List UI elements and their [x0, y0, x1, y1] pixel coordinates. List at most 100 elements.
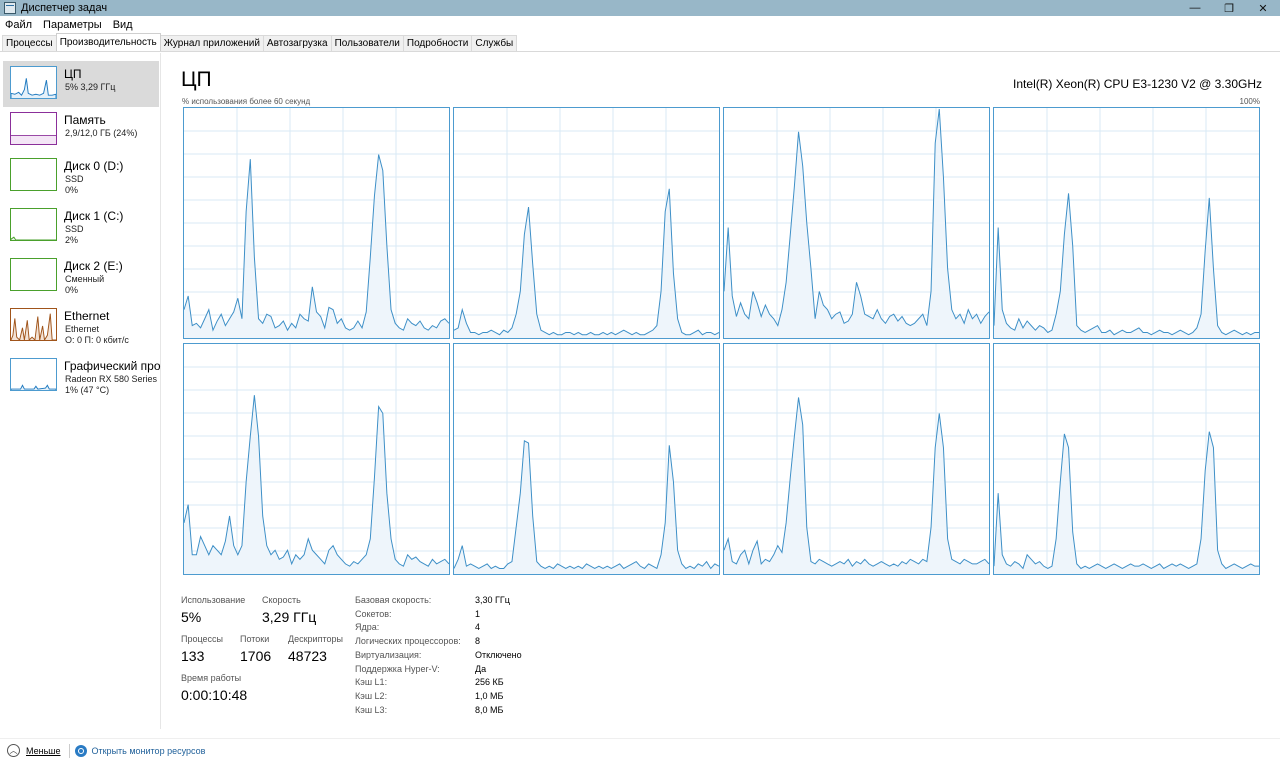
sidebar-item-detail: 1% (47 °C) [65, 385, 110, 395]
cpu-core-graph [723, 343, 990, 575]
graph-max-label: 100% [1239, 97, 1260, 106]
menu-options[interactable]: Параметры [38, 19, 108, 31]
sidebar-item-label: Диск 1 (C:) [64, 209, 124, 223]
uptime-label: Время работы [181, 673, 242, 683]
info-label: Кэш L3: [355, 705, 388, 715]
minimize-button[interactable]: — [1178, 0, 1212, 16]
sidebar-item-disk2[interactable]: Диск 2 (E:) Сменный 0% [3, 253, 159, 299]
sidebar-item-detail: 5% 3,29 ГГц [65, 82, 116, 92]
tab-performance[interactable]: Производительность [55, 33, 161, 51]
sidebar-item-cpu[interactable]: ЦП 5% 3,29 ГГц [3, 61, 159, 107]
sidebar-item-memory[interactable]: Память 2,9/12,0 ГБ (24%) [3, 107, 159, 153]
info-value: 4 [475, 622, 481, 632]
usage-area [994, 431, 1259, 574]
info-value: 8,0 МБ [475, 705, 504, 715]
open-resource-monitor-link[interactable]: Открыть монитор ресурсов [92, 746, 206, 756]
sidebar-item-detail: 2,9/12,0 ГБ (24%) [65, 128, 138, 138]
cpu-core-chart [724, 344, 989, 574]
sidebar-item-disk1[interactable]: Диск 1 (C:) SSD 2% [3, 203, 159, 249]
utilization-label: Использование [181, 595, 246, 605]
sidebar-item-type: SSD [65, 224, 84, 234]
cpu-core-graph [453, 107, 720, 339]
tab-details[interactable]: Подробности [402, 35, 473, 51]
info-label: Логических процессоров: [355, 636, 461, 646]
cpu-core-graph [993, 343, 1260, 575]
window-controls: — ❐ ✕ [1178, 0, 1280, 16]
sidebar-item-detail: 0% [65, 185, 79, 195]
info-value: Отключено [475, 650, 522, 660]
tab-services[interactable]: Службы [471, 35, 518, 51]
window-title: Диспетчер задач [21, 2, 108, 14]
graph-caption: % использования более 60 секунд [182, 97, 311, 106]
logical-processor-graphs [183, 107, 1260, 575]
cpu-core-chart [184, 108, 449, 338]
tab-bar: Процессы Производительность Журнал прило… [0, 33, 1280, 52]
usage-area [994, 193, 1259, 338]
cpu-core-chart [454, 108, 719, 338]
info-value: 8 [475, 636, 481, 646]
sidebar-item-type: Ethernet [65, 324, 100, 334]
info-value: 1,0 МБ [475, 691, 504, 701]
task-manager-icon [4, 2, 16, 14]
utilization-value: 5% [181, 609, 202, 625]
usage-line [184, 395, 449, 567]
usage-line [454, 188, 719, 336]
info-label: Кэш L1: [355, 677, 388, 687]
resource-monitor-icon [74, 744, 87, 757]
sidebar-item-detail: 2% [65, 235, 79, 245]
handles-value: 48723 [288, 648, 327, 664]
gpu-graph-icon [10, 358, 57, 391]
usage-area [454, 188, 719, 338]
info-value: 256 КБ [475, 677, 504, 687]
disk-graph-icon [10, 208, 57, 241]
usage-line [184, 154, 449, 332]
sidebar-item-label: Память [64, 113, 106, 127]
network-graph-icon [10, 308, 57, 341]
tab-users[interactable]: Пользователи [330, 35, 404, 51]
maximize-button[interactable]: ❐ [1212, 0, 1246, 16]
handles-label: Дескрипторы [288, 634, 343, 644]
title-bar: Диспетчер задач — ❐ ✕ [0, 0, 1280, 16]
cpu-graph-icon [10, 66, 57, 99]
sidebar-item-detail: 0% [65, 285, 79, 295]
threads-label: Потоки [240, 634, 270, 644]
disk-graph-icon [10, 258, 57, 291]
close-button[interactable]: ✕ [1246, 0, 1280, 16]
speed-value: 3,29 ГГц [262, 609, 317, 625]
sidebar-item-ethernet[interactable]: Ethernet Ethernet О: 0 П: 0 кбит/с [3, 303, 159, 349]
processes-value: 133 [181, 648, 205, 664]
cpu-core-graph [453, 343, 720, 575]
usage-area [724, 108, 989, 338]
cpu-model-name: Intel(R) Xeon(R) CPU E3-1230 V2 @ 3.30GH… [1013, 77, 1262, 91]
resource-sidebar: ЦП 5% 3,29 ГГц Память 2,9/12,0 ГБ (24%) … [0, 53, 161, 729]
sidebar-item-type: Radeon RX 580 Series [65, 374, 158, 384]
tab-app-history[interactable]: Журнал приложений [159, 35, 264, 51]
disk-graph-icon [10, 158, 57, 191]
menu-view[interactable]: Вид [108, 19, 139, 31]
cpu-core-chart [184, 344, 449, 574]
menu-file[interactable]: Файл [0, 19, 38, 31]
cpu-core-chart [454, 344, 719, 574]
tab-startup[interactable]: Автозагрузка [262, 35, 332, 51]
sidebar-item-label: Ethernet [64, 309, 110, 323]
tab-processes[interactable]: Процессы [2, 35, 57, 51]
sidebar-item-label: ЦП [64, 67, 82, 81]
fewer-details-link[interactable]: Меньше [26, 746, 61, 756]
info-label: Поддержка Hyper-V: [355, 664, 440, 674]
cpu-core-graph [723, 107, 990, 339]
info-label: Кэш L2: [355, 691, 388, 701]
cpu-core-graph [183, 343, 450, 575]
chevron-up-icon[interactable]: ︿ [7, 744, 20, 757]
info-label: Ядра: [355, 622, 380, 632]
cpu-core-graph [993, 107, 1260, 339]
sidebar-item-disk0[interactable]: Диск 0 (D:) SSD 0% [3, 153, 159, 199]
sidebar-item-gpu[interactable]: Графический про Radeon RX 580 Series 1% … [3, 353, 161, 399]
usage-line [994, 431, 1259, 570]
sidebar-item-label: Диск 2 (E:) [64, 259, 123, 273]
sidebar-item-label: Диск 0 (D:) [64, 159, 124, 173]
info-value: 1 [475, 609, 481, 619]
sidebar-item-type: Сменный [65, 274, 105, 284]
cpu-core-graph [183, 107, 450, 339]
speed-label: Скорость [262, 595, 301, 605]
info-value: Да [475, 664, 487, 674]
